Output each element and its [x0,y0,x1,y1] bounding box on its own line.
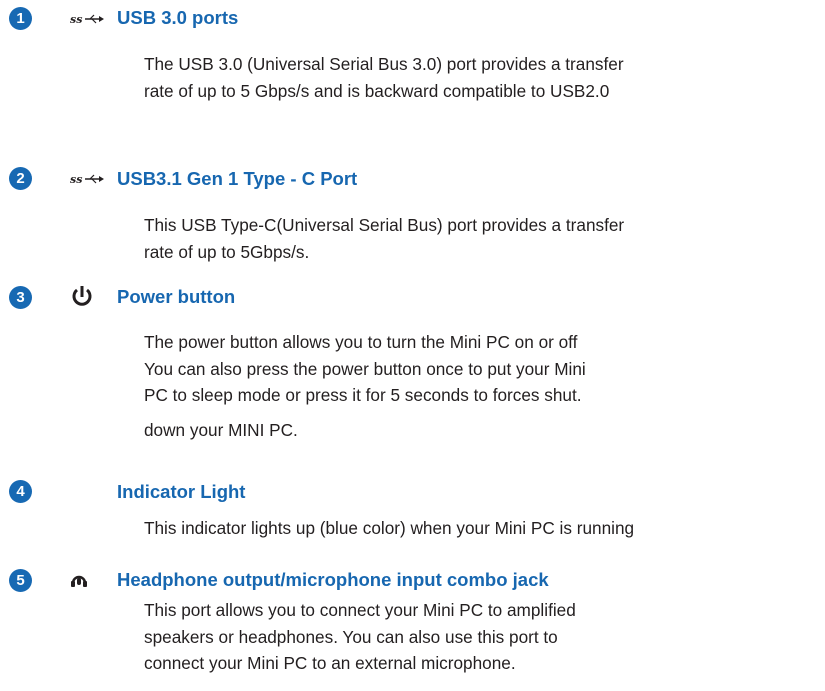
description-line: The USB 3.0 (Universal Serial Bus 3.0) p… [144,54,624,74]
item-title: Indicator Light [117,481,246,502]
description-line: This indicator lights up (blue color) wh… [144,518,635,538]
power-icon [70,285,94,312]
number-badge: 2 [9,167,32,190]
item-description: This port allows you to connect your Min… [144,597,576,677]
superspeed-usb-icon: ss [70,172,104,191]
superspeed-usb-icon: ss [70,12,104,31]
item-description: This USB Type-C(Universal Serial Bus) po… [144,212,624,265]
number-badge: 5 [9,569,32,592]
description-line: This port allows you to connect your Min… [144,600,576,620]
item-title: USB3.1 Gen 1 Type - C Port [117,168,358,189]
description-line: PC to sleep mode or press it for 5 secon… [144,385,582,405]
item-title: Power button [117,286,236,307]
description-line: speakers or headphones. You can also use… [144,626,558,647]
svg-text:ss: ss [70,13,82,26]
description-line: You can also press the power button once… [144,358,586,379]
headphone-mic-icon [70,573,88,594]
description-line: down your MINI PC. [144,419,298,440]
description-line: This USB Type-C(Universal Serial Bus) po… [144,215,625,235]
item-description: The USB 3.0 (Universal Serial Bus 3.0) p… [144,51,624,104]
item-title: Headphone output/microphone input combo … [117,569,549,590]
number-badge: 3 [9,286,32,309]
feature-item-audio-jack: 5 Headphone output/microphone input comb… [0,0,825,673]
description-line: rate of up to 5 Gbps/s and is backward c… [144,80,610,101]
number-badge: 1 [9,7,32,30]
item-title: USB 3.0 ports [117,7,239,28]
item-description: The power button allows you to turn the … [144,329,586,443]
number-badge: 4 [9,480,32,503]
description-line: The power button allows you to turn the … [144,332,578,352]
description-line: connect your Mini PC to an external micr… [144,653,516,673]
description-line: rate of up to 5Gbps/s. [144,241,310,262]
item-description: This indicator lights up (blue color) wh… [144,515,634,542]
svg-text:ss: ss [70,173,82,186]
